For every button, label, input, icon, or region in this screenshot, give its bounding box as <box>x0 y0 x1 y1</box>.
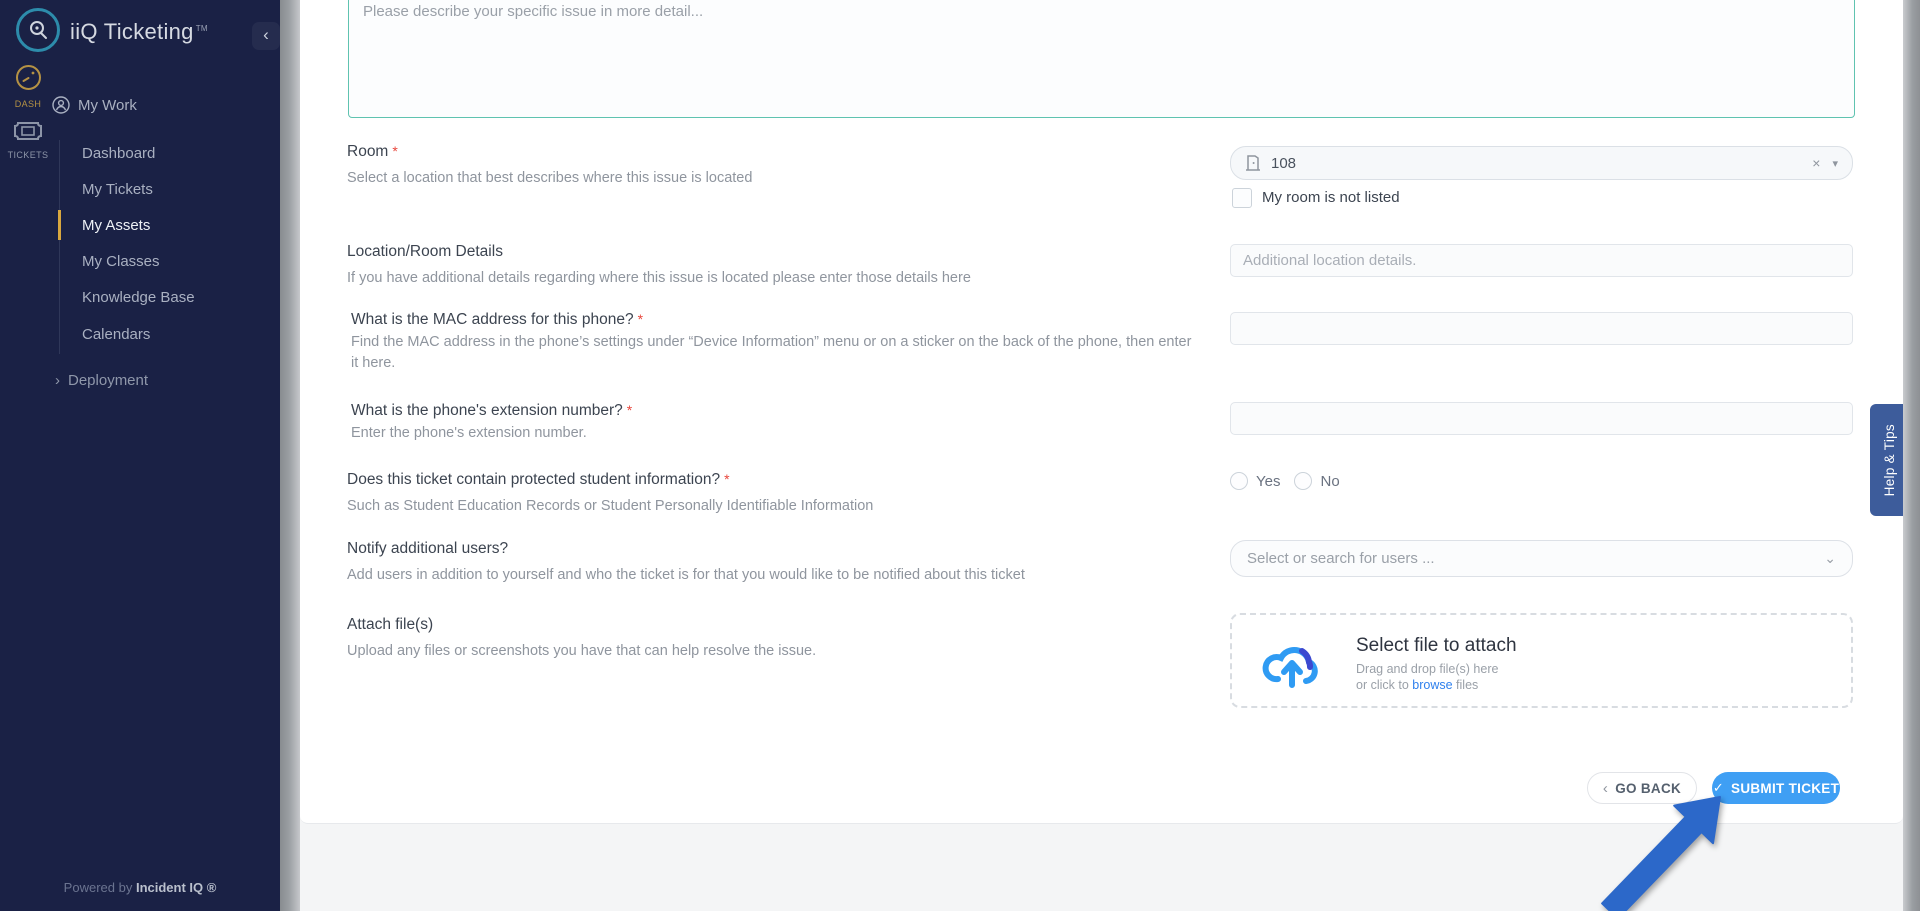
chevron-left-icon: ‹ <box>1603 780 1608 797</box>
extension-label: What is the phone's extension number?* <box>351 402 632 420</box>
rail-label-tickets: TICKETS <box>0 150 56 160</box>
dropzone-hint-line1: Drag and drop file(s) here <box>1356 662 1498 676</box>
browse-files-link[interactable]: browse <box>1412 678 1452 692</box>
radio-no[interactable] <box>1294 472 1312 490</box>
incident-iq-brand: Incident IQ ® <box>136 880 216 895</box>
location-details-input[interactable] <box>1230 244 1853 277</box>
sidebar-collapse-button[interactable]: ‹ <box>252 22 280 50</box>
checkmark-icon: ✓ <box>1713 780 1724 796</box>
issue-description-textarea[interactable] <box>348 0 1855 118</box>
notify-users-description: Add users in addition to yourself and wh… <box>347 565 1025 586</box>
active-item-indicator <box>58 210 61 240</box>
dropdown-caret-icon[interactable]: ▾ <box>1832 157 1838 170</box>
chevron-right-icon: › <box>55 372 60 389</box>
cloud-upload-icon <box>1262 635 1322 689</box>
room-select-value: 108 <box>1271 155 1296 172</box>
go-back-button[interactable]: ‹ GO BACK <box>1587 772 1697 804</box>
sidebar-item-label: Deployment <box>68 372 148 389</box>
sidebar: iiQ TicketingTM ‹ DASH TICKETS My Work D… <box>0 0 280 911</box>
mac-address-label: What is the MAC address for this phone?* <box>351 311 643 329</box>
sidebar-item-my-work[interactable]: My Work <box>52 96 137 114</box>
clear-selection-icon[interactable]: × <box>1812 155 1820 171</box>
iiq-logo-icon[interactable] <box>16 8 60 52</box>
rail-item-tickets[interactable]: TICKETS <box>0 120 56 160</box>
required-asterisk: * <box>724 471 729 487</box>
room-not-listed-checkbox[interactable] <box>1232 188 1252 208</box>
user-icon <box>52 96 70 114</box>
notify-users-placeholder: Select or search for users ... <box>1247 550 1435 567</box>
sidebar-item-my-assets[interactable]: My Assets <box>82 217 262 234</box>
room-description: Select a location that best describes wh… <box>347 168 752 189</box>
protected-info-radio-group: Yes No <box>1230 472 1340 490</box>
left-gutter-scrollbar[interactable] <box>280 0 300 911</box>
room-door-icon <box>1245 154 1261 172</box>
extension-description: Enter the phone's extension number. <box>351 423 587 444</box>
rail-item-dash[interactable]: DASH <box>0 64 56 109</box>
chevron-down-icon: ⌄ <box>1824 550 1836 567</box>
trademark: TM <box>196 24 208 33</box>
location-details-label: Location/Room Details <box>347 243 503 261</box>
sidebar-item-knowledge-base[interactable]: Knowledge Base <box>82 289 262 306</box>
dropzone-hint-line2: or click to browse files <box>1356 678 1478 692</box>
rail-label-dash: DASH <box>0 99 56 109</box>
vertical-scrollbar[interactable] <box>1903 0 1920 911</box>
location-details-description: If you have additional details regarding… <box>347 268 971 289</box>
submit-ticket-button[interactable]: ✓ SUBMIT TICKET <box>1712 772 1840 804</box>
mac-address-description: Find the MAC address in the phone’s sett… <box>351 332 1196 374</box>
required-asterisk: * <box>627 402 632 418</box>
extension-input[interactable] <box>1230 402 1853 435</box>
attach-files-label: Attach file(s) <box>347 616 433 634</box>
notify-users-label: Notify additional users? <box>347 540 508 558</box>
menu-divider-line <box>59 140 60 354</box>
help-tips-label: Help & Tips <box>1882 424 1897 496</box>
sidebar-item-my-tickets[interactable]: My Tickets <box>82 181 262 198</box>
sidebar-item-my-classes[interactable]: My Classes <box>82 253 262 270</box>
radio-no-label: No <box>1320 473 1339 490</box>
room-select[interactable]: 108 × ▾ <box>1230 146 1853 180</box>
room-not-listed-label: My room is not listed <box>1262 189 1400 206</box>
notify-users-select[interactable]: Select or search for users ... ⌄ <box>1230 540 1853 577</box>
sidebar-item-label: My Work <box>78 97 137 114</box>
protected-info-description: Such as Student Education Records or Stu… <box>347 496 873 517</box>
magnifier-glyph <box>26 18 50 42</box>
sidebar-item-dashboard[interactable]: Dashboard <box>82 145 262 162</box>
protected-info-label: Does this ticket contain protected stude… <box>347 471 730 489</box>
mac-address-input[interactable] <box>1230 312 1853 345</box>
dashboard-gauge-icon <box>15 64 42 91</box>
room-label: Room* <box>347 143 398 161</box>
required-asterisk: * <box>392 143 397 159</box>
attach-files-description: Upload any files or screenshots you have… <box>347 641 816 662</box>
powered-by-footer: Powered by Incident IQ ® <box>0 880 280 895</box>
sidebar-item-deployment[interactable]: › Deployment <box>55 372 148 389</box>
radio-yes-label: Yes <box>1256 473 1280 490</box>
ticket-icon <box>13 120 43 142</box>
radio-yes[interactable] <box>1230 472 1248 490</box>
file-dropzone[interactable]: Select file to attach Drag and drop file… <box>1230 613 1853 708</box>
app-title: iiQ TicketingTM <box>70 19 208 45</box>
sidebar-item-calendars[interactable]: Calendars <box>82 326 262 343</box>
required-asterisk: * <box>638 311 643 327</box>
dropzone-title: Select file to attach <box>1356 635 1517 657</box>
